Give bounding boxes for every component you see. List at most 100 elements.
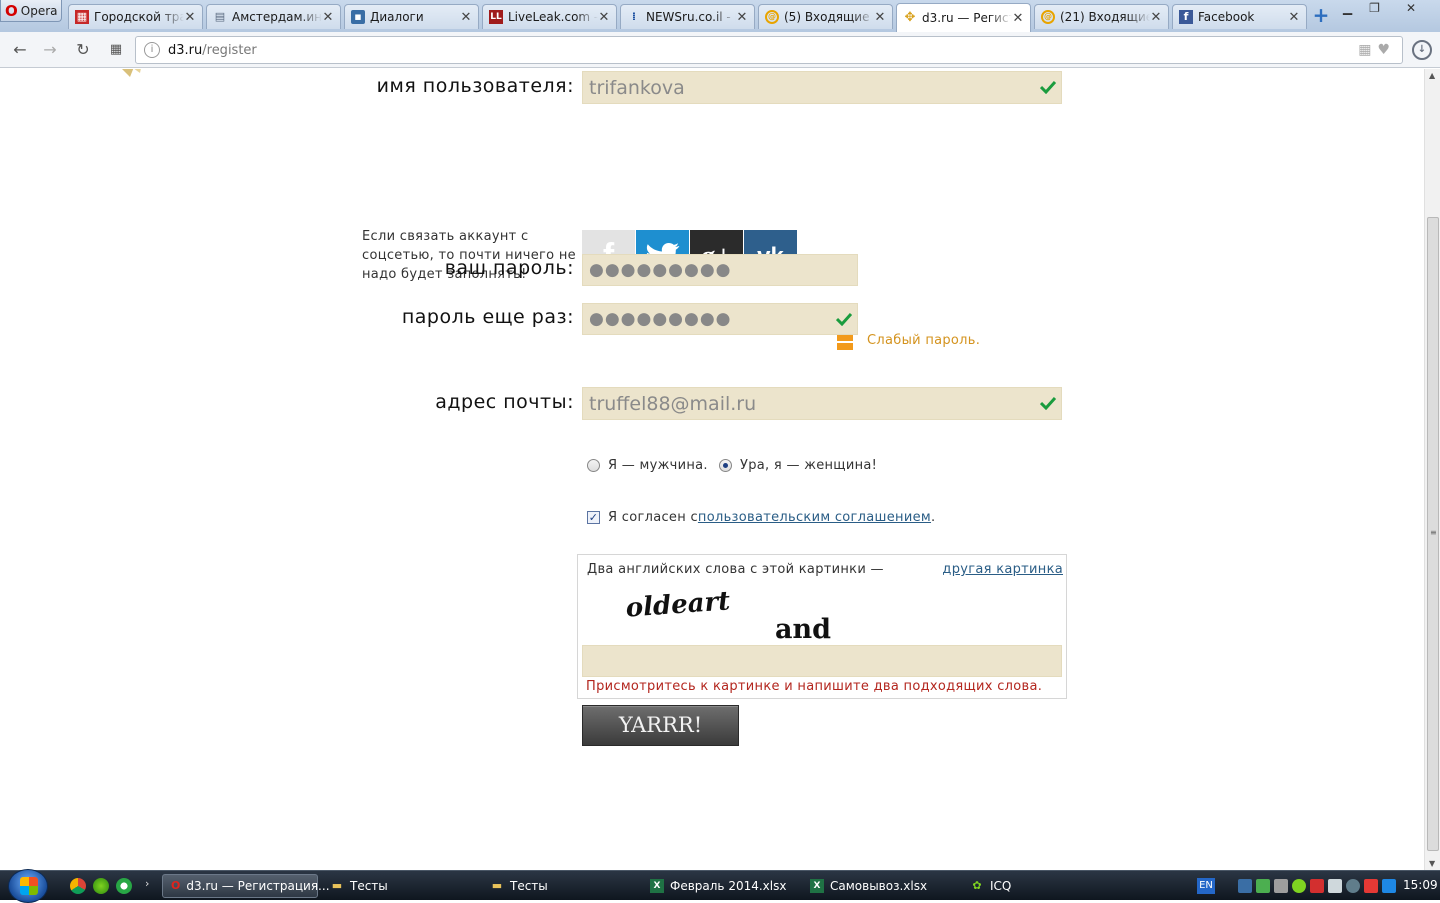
speed-dial-icon[interactable]: ▦ [106, 40, 126, 60]
tab-label: Амстердам.инфо [232, 10, 322, 24]
antivirus-icon[interactable] [1310, 879, 1324, 893]
username-label: имя пользователя: [376, 75, 574, 97]
quicklaunch-more-icon[interactable]: › [145, 877, 149, 890]
start-button[interactable] [8, 869, 48, 903]
tab-label: Диалоги [370, 10, 424, 24]
username-input[interactable]: trifankova [582, 71, 1062, 104]
opera-logo-icon: O [5, 1, 18, 20]
agent-icon[interactable] [116, 878, 132, 894]
email-value: truffel88@mail.ru [589, 392, 757, 415]
task-folder-tests-2[interactable]: ▬ Тесты [482, 874, 638, 898]
language-indicator[interactable]: EN [1197, 878, 1215, 894]
grid-icon[interactable]: ▦ [1358, 42, 1371, 58]
captcha-image: oldeart and [625, 586, 831, 643]
valid-check-icon [1040, 396, 1056, 410]
newsru-icon: ⁞ [631, 10, 637, 23]
opera-menu-button[interactable]: O Opera [0, 0, 62, 22]
flag-icon[interactable] [1364, 879, 1378, 893]
keyboard-icon[interactable] [1238, 879, 1252, 893]
maximize-icon[interactable]: ❐ [1361, 0, 1388, 19]
close-tab-icon[interactable]: ✕ [736, 10, 748, 25]
password-strength-bars-icon [837, 334, 853, 350]
opera-menu-label: Opera [20, 3, 58, 18]
tab-0[interactable]: ▦ Городской транспорт ✕ [68, 4, 203, 29]
site-info-icon[interactable]: i [144, 42, 160, 58]
submit-button[interactable]: YARRR! [582, 705, 739, 746]
red-grid-icon: ▦ [75, 10, 89, 24]
task-excel-pickup[interactable]: X Самовывоз.xlsx [802, 874, 958, 898]
gender-male-label: Я — мужчина. [608, 458, 708, 473]
address-actions: ▦ ♥ [1358, 42, 1390, 58]
close-tab-icon[interactable]: ✕ [460, 10, 472, 25]
tab-5[interactable]: @ (5) Входящие - Почта Mail.Ru ✕ [758, 4, 893, 29]
network-icon[interactable] [1256, 879, 1270, 893]
icq-tray-icon[interactable] [1292, 879, 1306, 893]
display-icon[interactable] [1382, 879, 1396, 893]
agree-checkbox[interactable]: ✓ [587, 511, 600, 524]
close-tab-icon[interactable]: ✕ [1150, 10, 1162, 25]
tab-label: (21) Входящие - Почта Mail.Ru [1060, 10, 1150, 24]
valid-check-icon [836, 312, 852, 326]
captcha-input[interactable] [582, 645, 1062, 677]
icq-quicklaunch-icon[interactable] [93, 878, 109, 894]
captcha-word-2: and [775, 614, 831, 643]
tab-1[interactable]: ▤ Амстердам.инфо ✕ [206, 4, 341, 29]
captcha-question: Два английских слова с этой картинки — [587, 562, 884, 577]
task-folder-tests-1[interactable]: ▬ Тесты [322, 874, 478, 898]
tab-3[interactable]: LL LiveLeak.com - Redefining the Media ✕ [482, 4, 617, 29]
password-repeat-dots: ●●●●●●●●● [589, 309, 732, 329]
download-icon[interactable]: ↓ [1412, 40, 1432, 60]
address-bar[interactable]: i d3.ru /register ▦ ♥ [135, 36, 1403, 64]
valid-check-icon [1040, 80, 1056, 94]
close-tab-icon[interactable]: ✕ [598, 10, 610, 25]
page-scrollbar[interactable]: ▲ ≡ ▼ [1424, 69, 1440, 870]
password-repeat-input[interactable]: ●●●●●●●●● [582, 303, 858, 335]
captcha-word-1: oldeart [625, 586, 731, 623]
email-input[interactable]: truffel88@mail.ru [582, 387, 1062, 420]
chrome-icon[interactable] [70, 878, 86, 894]
windows-taskbar: › O d3.ru — Регистрация... ▬ Тесты ▬ Тес… [0, 869, 1440, 903]
heart-icon[interactable]: ♥ [1377, 42, 1390, 58]
task-excel-february[interactable]: X Февраль 2014.xlsx [642, 874, 798, 898]
close-tab-icon[interactable]: ✕ [1012, 11, 1024, 26]
windows-logo-icon [20, 877, 38, 895]
forward-icon[interactable]: → [40, 40, 60, 60]
scroll-down-icon[interactable]: ▼ [1429, 859, 1435, 868]
scrollbar-thumb[interactable]: ≡ [1427, 217, 1439, 851]
gender-male-option[interactable]: Я — мужчина. [587, 458, 708, 473]
task-opera[interactable]: O d3.ru — Регистрация... [162, 874, 330, 898]
reload-icon[interactable]: ↻ [73, 40, 93, 60]
printer-icon[interactable] [1274, 879, 1288, 893]
tools-icon[interactable] [1346, 879, 1360, 893]
minimize-icon[interactable]: ▁ [1334, 0, 1361, 19]
agree-text: Я согласен с [608, 510, 698, 525]
close-window-icon[interactable]: ✕ [1388, 0, 1434, 19]
chat-icon: ▪ [351, 10, 365, 24]
close-tab-icon[interactable]: ✕ [874, 10, 886, 25]
gender-male-radio[interactable] [587, 459, 600, 472]
captcha-refresh-link[interactable]: другая картинка [942, 562, 1063, 577]
password-input[interactable]: ●●●●●●●●● [582, 254, 858, 286]
back-icon[interactable]: ← [10, 40, 30, 60]
gender-female-label: Ура, я — женщина! [740, 458, 878, 473]
tab-8[interactable]: f Facebook ✕ [1172, 4, 1307, 29]
page-viewport: имя пользователя: trifankova Если связат… [0, 69, 1424, 870]
password-strength-text: Слабый пароль. [867, 333, 981, 348]
close-tab-icon[interactable]: ✕ [184, 10, 196, 25]
tab-7[interactable]: @ (21) Входящие - Почта Mail.Ru ✕ [1034, 4, 1169, 29]
gender-female-option[interactable]: Ура, я — женщина! [719, 458, 877, 473]
mailru-icon: @ [765, 10, 779, 24]
tab-6-active[interactable]: ✥ d3.ru — Регистрация ✕ [896, 3, 1031, 32]
gender-female-radio[interactable] [719, 459, 732, 472]
user-agreement-link[interactable]: пользовательским соглашением [698, 510, 931, 525]
new-tab-icon[interactable]: + [1312, 5, 1330, 25]
close-tab-icon[interactable]: ✕ [1288, 10, 1300, 25]
tab-4[interactable]: ⁞ NEWSru.co.il - новости ✕ [620, 4, 755, 29]
mail-icon[interactable] [1328, 879, 1342, 893]
tab-2[interactable]: ▪ Диалоги ✕ [344, 4, 479, 29]
task-icq[interactable]: ✿ ICQ [962, 874, 1118, 898]
tab-label: Facebook [1198, 10, 1255, 24]
task-label: ICQ [990, 879, 1012, 893]
scroll-up-icon[interactable]: ▲ [1429, 71, 1435, 80]
close-tab-icon[interactable]: ✕ [322, 10, 334, 25]
